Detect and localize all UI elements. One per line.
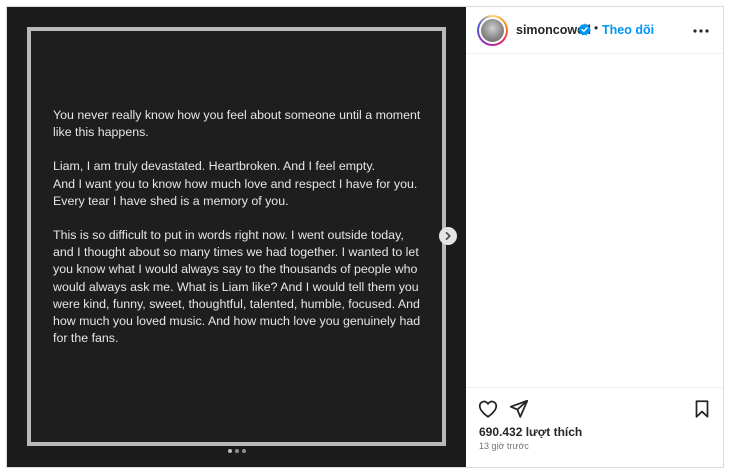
post-paragraph: Liam, I am truly devastated. Heartbroken… (53, 159, 418, 208)
paper-plane-icon[interactable] (508, 398, 530, 420)
heart-icon[interactable] (477, 398, 499, 420)
carousel-dot (235, 449, 239, 453)
carousel-dot (242, 449, 246, 453)
verified-badge-icon (578, 23, 591, 36)
likes-count[interactable]: 690.432 lượt thích (479, 425, 582, 439)
post-media: You never really know how you feel about… (7, 7, 466, 467)
post-image: You never really know how you feel about… (27, 27, 446, 446)
bookmark-icon[interactable] (691, 398, 713, 420)
carousel-dot (228, 449, 232, 453)
carousel-indicator (228, 449, 246, 453)
post-paragraph: This is so difficult to put in words rig… (53, 228, 421, 346)
post-paragraph: You never really know how you feel about… (53, 108, 421, 140)
more-horizontal-icon[interactable] (690, 20, 712, 42)
post-header: simoncowell • Theo dõi (466, 7, 723, 54)
avatar-image (481, 19, 504, 42)
post-timestamp[interactable]: 13 giờ trước (479, 441, 529, 451)
avatar[interactable] (477, 15, 508, 46)
post-actions: 690.432 lượt thích 13 giờ trước (466, 387, 723, 467)
post-sidebar: simoncowell • Theo dõi 690.432 lượt thíc… (466, 7, 723, 467)
next-slide-button[interactable] (439, 227, 457, 245)
chevron-right-icon (445, 232, 451, 240)
follow-button[interactable]: Theo dõi (602, 23, 654, 37)
header-separator: • (594, 21, 599, 35)
post-text: You never really know how you feel about… (53, 107, 423, 364)
